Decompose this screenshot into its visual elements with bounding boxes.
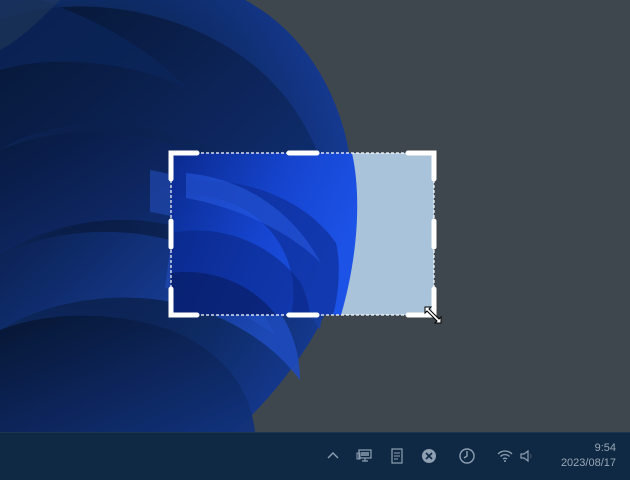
desktop <box>0 0 630 432</box>
snip-frame <box>168 150 437 318</box>
wifi-icon[interactable] <box>496 447 514 465</box>
close-circle-icon[interactable] <box>420 447 438 465</box>
diagonal-resize-cursor-icon <box>422 304 444 326</box>
resize-handle-bottom-left <box>168 286 200 318</box>
notepad-icon[interactable] <box>388 447 406 465</box>
network-display-icon[interactable] <box>356 447 374 465</box>
resize-handle-top-right <box>405 150 437 182</box>
resize-handle-top-left <box>168 150 200 182</box>
clock-date: 2023/08/17 <box>560 457 616 469</box>
clock-app-icon[interactable] <box>458 447 476 465</box>
volume-icon[interactable] <box>518 447 536 465</box>
taskbar-clock[interactable]: 9:54 2023/08/17 <box>561 441 616 471</box>
chevron-up-icon[interactable] <box>324 447 342 465</box>
clock-time: 9:54 <box>594 442 616 454</box>
